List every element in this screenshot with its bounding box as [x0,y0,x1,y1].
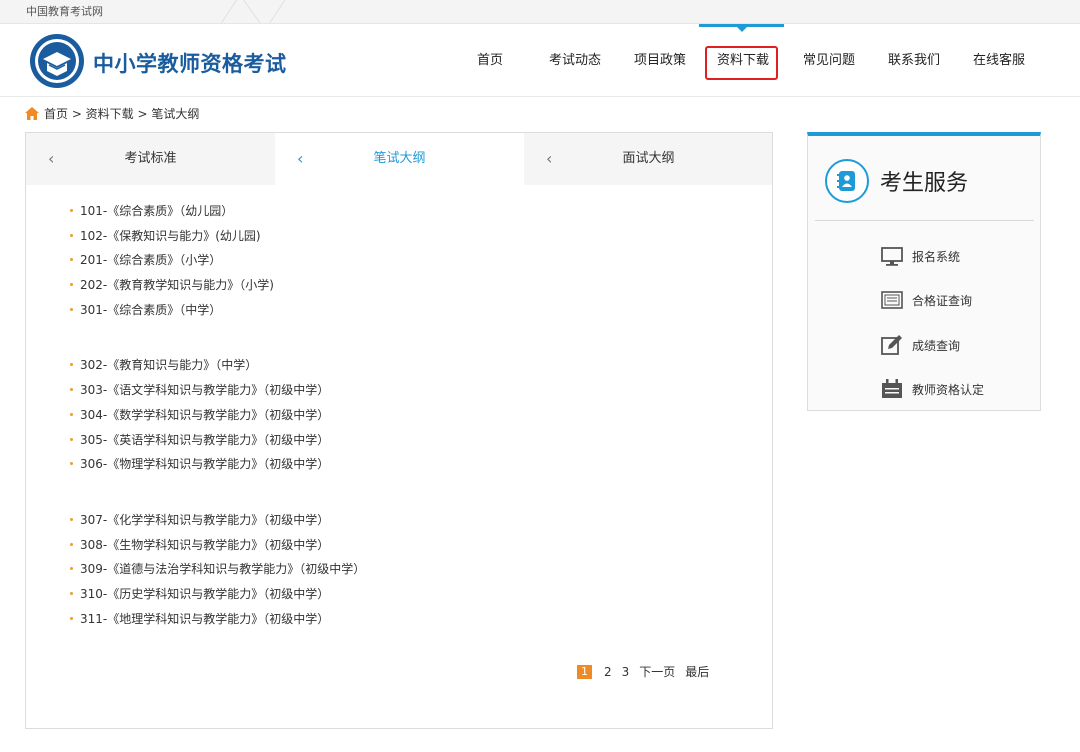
edit-icon [881,335,902,355]
nav-exam-news[interactable]: 考试动态 [545,24,605,97]
list-item[interactable]: 304-《数学学科知识与教学能力》（初级中学） [70,403,365,428]
home-icon[interactable] [25,107,39,120]
bullet-icon [70,209,73,212]
bullet-icon [70,462,73,466]
list-item[interactable]: 302-《教育知识与能力》（中学） [70,353,365,378]
tab-label: 笔试大纲 [373,151,426,166]
page-2-button[interactable]: 2 [604,665,612,679]
nav-contact[interactable]: 联系我们 [884,24,944,97]
bullet-icon [70,567,73,571]
nav-online-service[interactable]: 在线客服 [969,24,1029,97]
divider [815,220,1034,221]
candidate-services-panel: 考生服务 报名系统 合格证查询 成绩查询 教师资格认定 [807,132,1041,411]
nav-home[interactable]: 首页 [470,24,510,97]
side-item-label: 成绩查询 [912,338,961,353]
side-item-label: 教师资格认定 [912,382,985,397]
list-item[interactable]: 306-《物理学科知识与教学能力》（初级中学） [70,452,365,477]
syllabus-list: 101-《综合素质》（幼儿园） 102-《保教知识与能力》(幼儿园) 201-《… [70,199,365,631]
site-header: 中小学教师资格考试 首页 考试动态 项目政策 资料下载 常见问题 联系我们 在线… [0,24,1080,97]
side-item-label: 合格证查询 [912,293,973,308]
main-panel: ‹ 考试标准 ‹ 笔试大纲 ‹ 面试大纲 101-《综合素质》（幼儿园） 102… [25,132,773,729]
list-item[interactable]: 305-《英语学科知识与教学能力》（初级中学） [70,428,365,453]
teacher-qualification-link[interactable]: 教师资格认定 [880,377,984,401]
bullet-icon [70,542,73,546]
list-item[interactable]: 311-《地理学科知识与教学能力》（初级中学） [70,607,365,632]
top-bar: 中国教育考试网 [0,0,1080,24]
page-1-button[interactable]: 1 [577,664,592,679]
tab-label: 面试大纲 [622,151,675,166]
list-item[interactable]: 202-《教育教学知识与能力》（小学) [70,273,365,298]
monitor-icon [881,247,903,266]
breadcrumb-text[interactable]: 首页 > 资料下载 > 笔试大纲 [44,105,199,122]
certificate-icon [881,291,903,309]
next-page-button[interactable]: 下一页 [639,663,675,680]
nav-highlight-box [705,46,778,80]
list-item[interactable]: 101-《综合素质》（幼儿园） [70,199,365,224]
calendar-icon [882,379,902,398]
brand-title[interactable]: 中小学教师资格考试 [93,48,287,78]
breadcrumb: 首页 > 资料下载 > 笔试大纲 [25,105,199,122]
list-item[interactable]: 308-《生物学科知识与教学能力》（初级中学） [70,533,365,558]
list-item[interactable]: 102-《保教知识与能力》(幼儿园) [70,224,365,249]
list-item[interactable]: 303-《语文学科知识与教学能力》（初级中学） [70,378,365,403]
bullet-icon [70,307,73,311]
site-name[interactable]: 中国教育考试网 [26,3,103,19]
bullet-icon [70,388,73,392]
logo-icon[interactable] [29,33,85,89]
list-item[interactable]: 301-《综合素质》（中学） [70,298,365,323]
tab-exam-standard[interactable]: ‹ 考试标准 [26,133,275,185]
bullet-icon [70,363,73,367]
address-book-icon [825,159,869,203]
page-3-button[interactable]: 3 [622,665,630,679]
tab-interview-syllabus[interactable]: ‹ 面试大纲 [524,133,773,185]
tab-bar: ‹ 考试标准 ‹ 笔试大纲 ‹ 面试大纲 [26,133,772,185]
certificate-query-link[interactable]: 合格证查询 [880,288,972,312]
list-item[interactable]: 309-《道德与法治学科知识与教学能力》（初级中学） [70,557,365,582]
registration-system-link[interactable]: 报名系统 [880,244,960,268]
list-item[interactable]: 307-《化学学科知识与教学能力》（初级中学） [70,508,365,533]
bullet-icon [70,258,73,262]
bullet-icon [70,412,73,416]
nav-faq[interactable]: 常见问题 [799,24,859,97]
pagination: 1 2 3 下一页 最后 [577,663,719,680]
bullet-icon [70,517,73,521]
bullet-icon [70,233,73,237]
side-panel-header: 考生服务 [808,136,1040,220]
list-item[interactable]: 310-《历史学科知识与教学能力》（初级中学） [70,582,365,607]
tab-written-syllabus[interactable]: ‹ 笔试大纲 [275,133,524,185]
score-query-link[interactable]: 成绩查询 [880,333,960,357]
bullet-icon [70,437,73,441]
bullet-icon [70,616,73,620]
side-item-label: 报名系统 [912,249,961,264]
side-panel-title: 考生服务 [880,171,969,196]
tab-label: 考试标准 [124,151,177,166]
bullet-icon [70,591,73,595]
bullet-icon [70,283,73,287]
last-page-button[interactable]: 最后 [685,663,709,680]
decorative-lines-icon [220,0,286,23]
list-item[interactable]: 201-《综合素质》（小学） [70,248,365,273]
nav-project-policy[interactable]: 项目政策 [630,24,690,97]
